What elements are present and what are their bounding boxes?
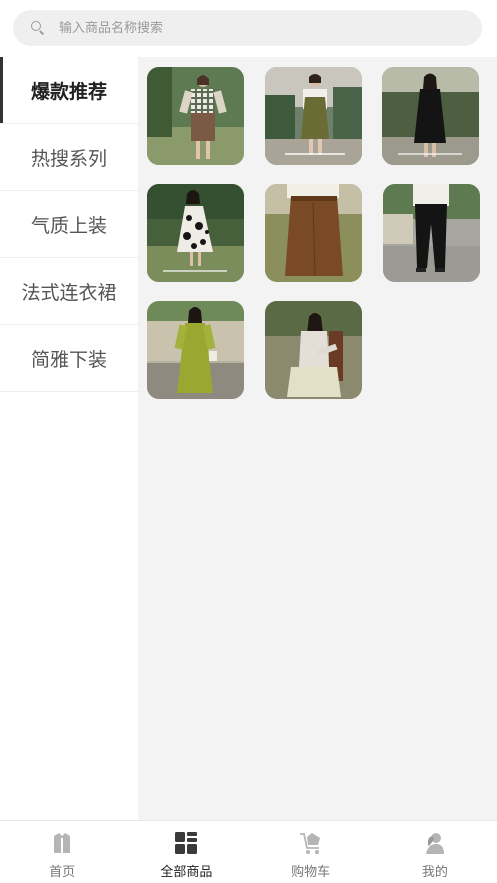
sidebar-item-label: 热搜系列 [30,147,107,170]
grid-icon [175,832,198,854]
sidebar-item-dresses[interactable]: 法式连衣裙 [0,258,138,325]
search-icon [31,21,45,35]
product-card[interactable] [265,67,362,165]
product-card[interactable] [383,184,480,282]
tab-label: 购物车 [291,865,331,880]
tab-all-products[interactable]: 全部商品 [124,821,248,883]
tab-home[interactable]: 首页 [0,821,124,883]
cart-icon [299,833,320,854]
product-card[interactable] [382,67,479,165]
product-image [383,184,480,282]
user-icon [425,833,444,854]
product-image [147,301,244,399]
product-image [382,67,479,165]
sidebar-item-label: 法式连衣裙 [21,281,117,304]
sidebar-item-label: 气质上装 [30,214,107,237]
sidebar-item-hot-recommend[interactable]: 爆款推荐 [0,57,138,124]
bottom-tab-bar: 首页 全部商品 购物车 我的 [0,820,497,883]
product-card[interactable] [147,301,244,399]
product-image [265,67,362,165]
tab-label: 首页 [49,865,76,880]
tab-label: 我的 [421,865,448,880]
tab-cart[interactable]: 购物车 [249,821,373,883]
search-bar[interactable] [13,10,482,46]
product-image [265,301,362,399]
tab-label: 全部商品 [160,865,213,880]
product-image [147,67,244,165]
search-header [0,0,497,57]
product-area [138,57,497,820]
product-image [265,184,362,282]
sidebar-item-label: 爆款推荐 [30,80,107,103]
product-card[interactable] [147,184,244,282]
home-icon [54,833,71,853]
product-image [147,184,244,282]
sidebar-item-label: 简雅下装 [30,348,107,371]
search-input[interactable] [59,20,459,36]
product-card[interactable] [265,184,362,282]
product-card[interactable] [265,301,362,399]
tab-mine[interactable]: 我的 [373,821,497,883]
sidebar-item-bottoms[interactable]: 简雅下装 [0,325,138,392]
sidebar-item-hot-search[interactable]: 热搜系列 [0,124,138,191]
product-card[interactable] [147,67,244,165]
category-sidebar: 爆款推荐 热搜系列 气质上装 法式连衣裙 简雅下装 [0,57,138,820]
sidebar-item-tops[interactable]: 气质上装 [0,191,138,258]
